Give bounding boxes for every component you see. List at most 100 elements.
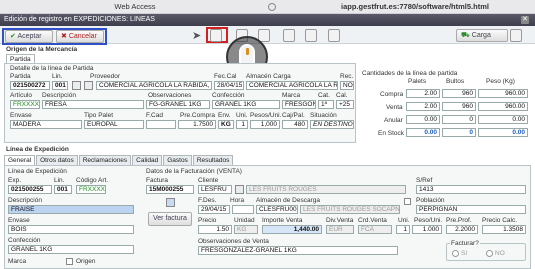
- tab-reclamaciones[interactable]: Reclamaciones: [78, 155, 132, 165]
- lookup-icon[interactable]: [72, 81, 81, 90]
- label-cal: Cal.: [336, 92, 348, 99]
- almacen-code-field[interactable]: CLESFRU001: [256, 205, 298, 214]
- carga-button[interactable]: ⛟ Carga: [456, 29, 508, 42]
- cat-field[interactable]: 1ª: [318, 100, 334, 109]
- tab-calidad[interactable]: Calidad: [132, 155, 163, 165]
- label-exp-descripcion: Descripción: [8, 197, 42, 204]
- codigo-art-field[interactable]: FRXXXX: [76, 185, 106, 194]
- ver-factura-button[interactable]: Ver factura: [148, 212, 192, 226]
- proveedor-field[interactable]: COMERCIAL AGRICOLA LA RÁBIDA, S.A.: [96, 81, 212, 90]
- anular-palets[interactable]: 0.00: [406, 115, 440, 124]
- observaciones-field[interactable]: FG-GRANEL 1KG: [146, 100, 210, 109]
- unidad-select[interactable]: KG: [234, 225, 258, 234]
- stock-bultos[interactable]: 0: [442, 128, 476, 137]
- pre-compra-field[interactable]: 1.7500: [178, 120, 216, 129]
- almacen-field[interactable]: COMERCIAL AGRICOLA LA RAB: [246, 81, 338, 90]
- browser-tab-web-access[interactable]: Web Access: [90, 0, 180, 14]
- exp-field[interactable]: 021500255: [8, 185, 52, 194]
- cliente-lookup-icon[interactable]: [235, 185, 244, 194]
- situacion-field[interactable]: EN DESTINO: [310, 120, 354, 129]
- compra-palets[interactable]: 2.00: [406, 89, 440, 98]
- label-compra: Compra: [380, 91, 404, 98]
- invoice-icon: [166, 198, 175, 207]
- stock-palets[interactable]: 0.00: [406, 128, 440, 137]
- facturar-no-radio[interactable]: [486, 250, 493, 257]
- poblacion-field[interactable]: PERPIGNAN: [416, 205, 526, 214]
- facturacion-title: Datos de la Facturación (VENTA): [146, 168, 242, 175]
- fdes-field[interactable]: 29/04/15: [198, 205, 230, 214]
- fac-uni-field[interactable]: 1: [396, 225, 410, 234]
- label-pre-prof: Pre.Prof.: [446, 217, 472, 224]
- tab-resultados[interactable]: Resultados: [192, 155, 234, 165]
- edit-icon[interactable]: [210, 29, 222, 42]
- partida-detail-title: Detalle de la línea de Partida: [10, 65, 94, 72]
- anular-bultos[interactable]: 0: [442, 115, 476, 124]
- pesos-uni-field[interactable]: 1,000: [250, 120, 280, 129]
- precio-field[interactable]: 1.50: [198, 225, 232, 234]
- tab-general[interactable]: General: [4, 155, 36, 165]
- label-fdes: F.Des.: [198, 197, 217, 204]
- tab-close-icon[interactable]: [268, 3, 276, 11]
- fec-cal-field[interactable]: 28/04/15: [214, 81, 244, 90]
- tab-gastos[interactable]: Gastos: [163, 155, 192, 165]
- confeccion-field[interactable]: GRANEL 1KG: [212, 100, 280, 109]
- origen-checkbox[interactable]: [66, 258, 73, 265]
- rec-field[interactable]: NO: [340, 81, 354, 90]
- uni-field[interactable]: 1: [236, 120, 248, 129]
- label-uni: Uni.: [236, 112, 248, 119]
- cancel-button[interactable]: ✖ Cancelar: [56, 30, 104, 43]
- pre-prof-field[interactable]: 2.2000: [446, 225, 478, 234]
- env-field[interactable]: KG: [218, 120, 234, 129]
- label-partida: Partida: [10, 73, 31, 80]
- exp-lin-field[interactable]: 001: [54, 185, 72, 194]
- exp-envase-field[interactable]: BOIS: [8, 225, 134, 234]
- poblacion-checkbox[interactable]: [404, 198, 411, 205]
- browser-tab-iapp[interactable]: iapp.gestfrut.es:7780/software/html5.htm…: [320, 0, 510, 14]
- crd-venta-select[interactable]: FCA: [358, 225, 392, 234]
- label-exp-envase: Envase: [8, 217, 30, 224]
- envase-field[interactable]: MADERA: [10, 120, 82, 129]
- precio-calc-field[interactable]: 1.3508: [482, 225, 526, 234]
- cliente-code-field[interactable]: LESFRU: [198, 185, 232, 194]
- stock-peso[interactable]: 0.00: [478, 128, 528, 137]
- compra-bultos[interactable]: 960: [442, 89, 476, 98]
- hora-field[interactable]: [232, 205, 254, 214]
- factura-field[interactable]: 15M000255: [146, 185, 194, 194]
- tipo-palet-field[interactable]: EUROPAL: [84, 120, 144, 129]
- accept-button[interactable]: ✔ Aceptar: [5, 30, 53, 43]
- fcad-field[interactable]: [146, 120, 176, 129]
- venta-bultos[interactable]: 960: [442, 102, 476, 111]
- tab-otros-datos[interactable]: Otros datos: [36, 155, 78, 165]
- articulo-field[interactable]: FRXXXX: [10, 100, 40, 109]
- settings-icon[interactable]: [510, 29, 522, 42]
- venta-palets[interactable]: 2.00: [406, 102, 440, 111]
- label-si: SI: [461, 250, 468, 257]
- caj-pal-field[interactable]: 480: [282, 120, 308, 129]
- carga-label: Carga: [471, 32, 491, 39]
- label-envase: Envase: [10, 112, 32, 119]
- fac-peso-uni-field[interactable]: 1.000: [412, 225, 442, 234]
- descripcion-field[interactable]: FRESA: [42, 100, 144, 109]
- export-icon[interactable]: [328, 29, 340, 42]
- lin-field[interactable]: 001: [52, 81, 68, 90]
- venta-peso[interactable]: 960.00: [478, 102, 528, 111]
- div-venta-select[interactable]: EUR: [326, 225, 354, 234]
- close-icon[interactable]: ✕: [521, 16, 529, 24]
- partida-field[interactable]: 021500272: [10, 81, 50, 90]
- anular-peso[interactable]: 0.00: [478, 115, 528, 124]
- info-icon[interactable]: [84, 81, 93, 90]
- obs-venta-field[interactable]: FRESGONZALEZ-GRANEL 1KG: [198, 246, 398, 255]
- exp-confeccion-field[interactable]: GRANEL 1KG: [8, 245, 134, 254]
- import-icon[interactable]: [305, 29, 317, 42]
- label-proveedor: Proveedor: [90, 73, 120, 80]
- facturar-si-radio[interactable]: [452, 250, 459, 257]
- marca-field[interactable]: FRESGONZ/: [282, 100, 316, 109]
- importe-field[interactable]: 1,440.00: [262, 225, 322, 234]
- srf-field[interactable]: 1413: [416, 185, 526, 194]
- exp-descripcion-field[interactable]: FRAISE: [8, 205, 134, 214]
- label-lin: Lin.: [52, 73, 63, 80]
- compra-peso[interactable]: 960.00: [478, 89, 528, 98]
- label-obs-venta: Observaciones de Venta: [198, 238, 269, 245]
- document-icon[interactable]: [283, 29, 295, 42]
- cal-field[interactable]: +25: [336, 100, 354, 109]
